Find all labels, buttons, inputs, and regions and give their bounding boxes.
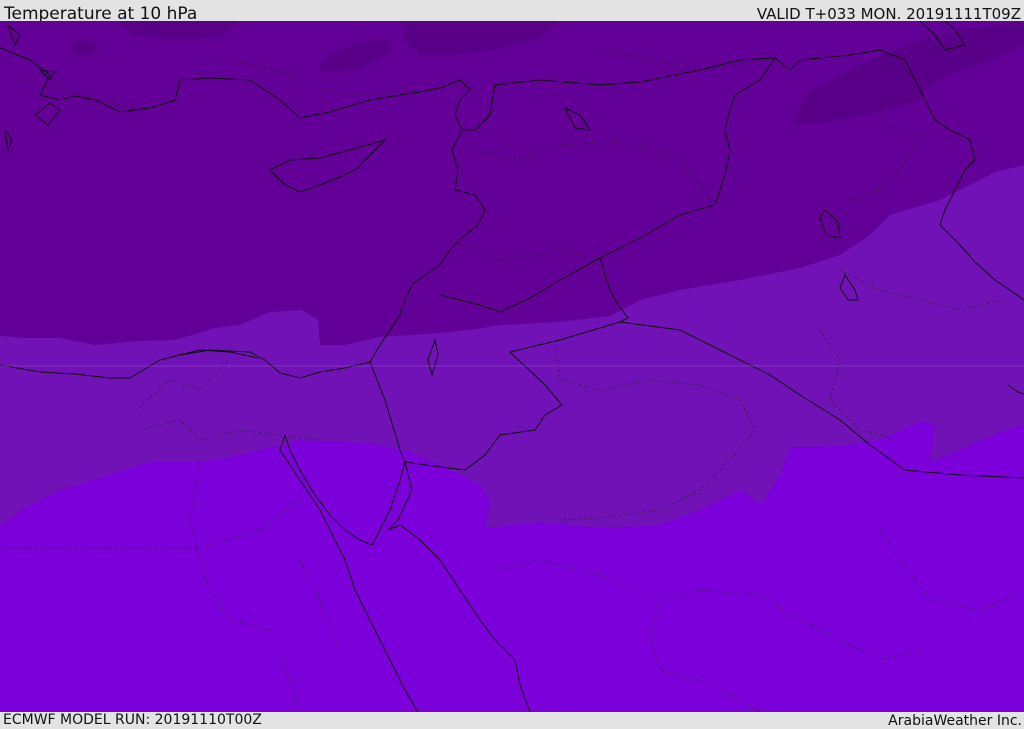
header-bar: Temperature at 10 hPa VALID T+033 MON. 2…: [0, 0, 1024, 24]
temperature-map: [0, 21, 1024, 712]
model-run-label: ECMWF MODEL RUN: 20191110T00Z: [3, 712, 262, 728]
credit-label: ArabiaWeather Inc.: [888, 713, 1022, 729]
footer-bar: ECMWF MODEL RUN: 20191110T00Z ArabiaWeat…: [0, 712, 1024, 729]
